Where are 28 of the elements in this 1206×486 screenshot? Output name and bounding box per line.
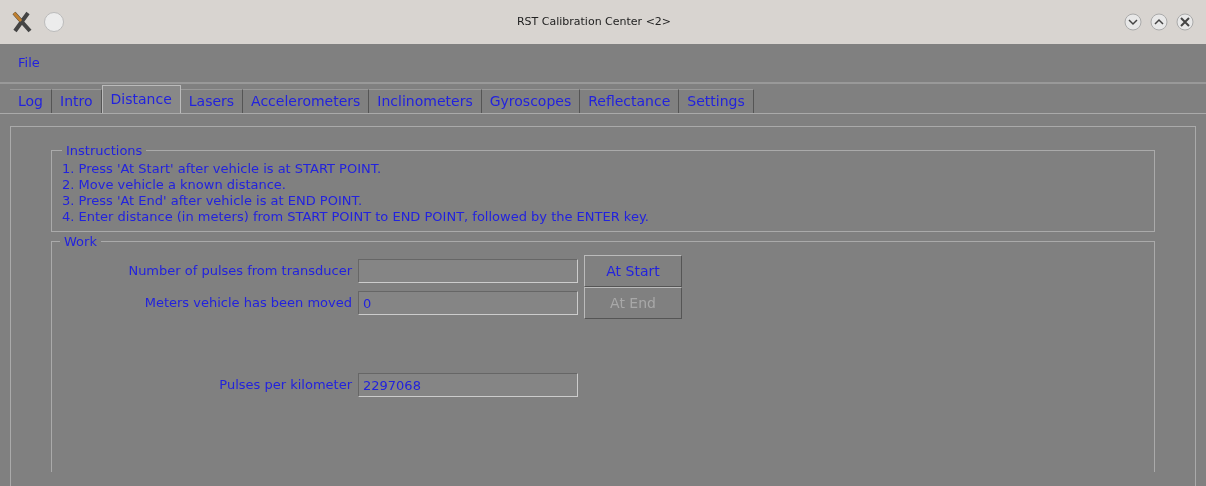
tab[interactable]: Inclinometers (369, 89, 482, 113)
field-label: Number of pulses from transducer (127, 262, 352, 281)
group-title: Instructions (65, 142, 144, 160)
tab[interactable]: Settings (679, 89, 754, 113)
field-label: Meters vehicle has been moved (143, 294, 352, 313)
instruction-line: 3. Press 'At End' after vehicle is at END POINT. (62, 192, 364, 209)
close-icon[interactable] (1176, 13, 1194, 31)
button[interactable]: At Start (584, 255, 682, 287)
tab[interactable]: Log (10, 89, 52, 113)
tab[interactable]: Intro (52, 89, 102, 113)
field-label: Pulses per kilometer (218, 376, 352, 395)
input-field[interactable] (358, 259, 578, 283)
input-field[interactable]: 2297068 (358, 373, 578, 397)
input-field[interactable]: 0 (358, 291, 578, 315)
maximize-icon[interactable] (1150, 13, 1168, 31)
group-title: Work (63, 232, 98, 251)
instruction-line: 1. Press 'At Start' after vehicle is at START POINT. (62, 160, 383, 177)
menu-item[interactable]: File (18, 53, 40, 73)
tab[interactable]: Accelerometers (243, 89, 370, 113)
minimize-icon[interactable] (1124, 13, 1142, 31)
instruction-line: 2. Move vehicle a known distance. (62, 176, 287, 193)
window-title: RST Calibration Center <2> (515, 13, 673, 30)
app-logo-icon (12, 11, 32, 33)
tab[interactable]: Lasers (180, 89, 244, 113)
tab[interactable]: Reflectance (580, 89, 680, 113)
instruction-line: 4. Enter distance (in meters) from START POINT to END POINT, followed by the ENTER key. (62, 208, 650, 225)
tab[interactable]: Gyroscopes (481, 89, 581, 113)
tab[interactable]: Distance (101, 85, 181, 113)
